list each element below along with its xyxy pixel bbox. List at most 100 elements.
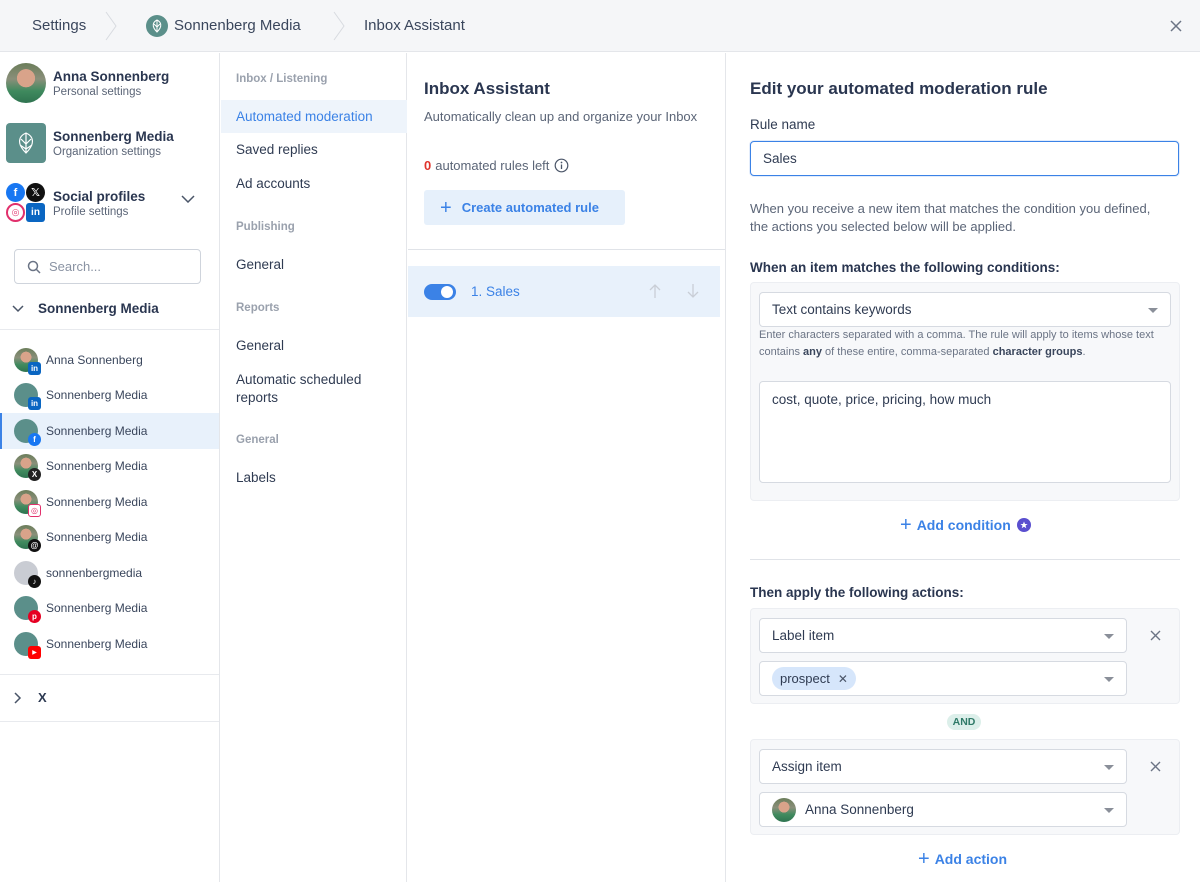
caret-down-icon bbox=[1104, 765, 1114, 770]
profile-group-toggle[interactable]: Sonnenberg Media bbox=[0, 288, 219, 330]
profile-name: sonnenbergmedia bbox=[46, 565, 143, 580]
divider bbox=[750, 559, 1180, 560]
chip-label: prospect bbox=[780, 671, 830, 686]
rule-enabled-toggle[interactable] bbox=[424, 283, 456, 300]
rule-row[interactable]: 1. Sales bbox=[408, 266, 720, 317]
rules-panel: Inbox Assistant Automatically clean up a… bbox=[408, 53, 726, 882]
keywords-textarea[interactable]: cost, quote, price, pricing, how much bbox=[759, 381, 1171, 483]
profile-name: Anna Sonnenberg bbox=[46, 352, 143, 367]
assignee-select[interactable]: Anna Sonnenberg bbox=[759, 792, 1127, 827]
add-condition-button[interactable]: + Add condition bbox=[900, 515, 1031, 535]
instagram-icon: ◎ bbox=[6, 203, 25, 222]
profile-item-linkedin-personal[interactable]: in Anna Sonnenberg bbox=[0, 342, 219, 378]
sidebar: Anna Sonnenberg Personal settings Sonnen… bbox=[0, 53, 220, 882]
rule-name-input[interactable] bbox=[750, 141, 1179, 176]
plus-icon: + bbox=[918, 848, 930, 870]
account-subtitle: Profile settings bbox=[53, 205, 129, 218]
actions-heading: Then apply the following actions: bbox=[750, 585, 964, 600]
rules-left-counter: 0 automated rules left bbox=[424, 158, 569, 173]
action-type-select[interactable]: Label item bbox=[759, 618, 1127, 653]
arrow-up-icon[interactable] bbox=[648, 283, 662, 299]
condition-type-value: Text contains keywords bbox=[772, 302, 912, 317]
profile-name: Sonnenberg Media bbox=[46, 459, 148, 474]
remove-action-button[interactable] bbox=[1145, 625, 1165, 645]
label-chip: prospect ✕ bbox=[772, 667, 856, 690]
social-profiles-icon: f 𝕏 ◎ in bbox=[6, 183, 46, 223]
close-button[interactable] bbox=[1166, 16, 1186, 36]
caret-down-icon bbox=[1104, 634, 1114, 639]
profile-item-instagram[interactable]: ◎ Sonnenberg Media bbox=[0, 484, 219, 520]
nav-item-label: Automatic scheduled reports bbox=[236, 372, 362, 405]
profile-item-pinterest[interactable]: p Sonnenberg Media bbox=[0, 591, 219, 627]
profile-item-youtube[interactable]: ▶ Sonnenberg Media bbox=[0, 626, 219, 662]
nav-item-label: General bbox=[236, 338, 285, 353]
chevron-down-icon[interactable] bbox=[181, 195, 195, 203]
rules-left-text: automated rules left bbox=[435, 158, 550, 173]
breadcrumb-label: Inbox Assistant bbox=[364, 17, 465, 34]
nav-item-automated-moderation[interactable]: Automated moderation bbox=[221, 100, 407, 133]
remove-action-button[interactable] bbox=[1145, 756, 1165, 776]
info-icon[interactable] bbox=[554, 158, 569, 173]
create-rule-button[interactable]: + Create automated rule bbox=[424, 190, 625, 225]
arrow-down-icon[interactable] bbox=[686, 283, 700, 299]
nav-item-scheduled-reports[interactable]: Automatic scheduled reports bbox=[221, 371, 381, 407]
linkedin-icon: in bbox=[26, 203, 45, 222]
plus-icon: + bbox=[440, 196, 452, 219]
hint-text: of these entire, comma-separated bbox=[822, 345, 993, 358]
breadcrumb-label: Settings bbox=[32, 17, 87, 34]
breadcrumb-settings[interactable]: Settings bbox=[0, 0, 118, 52]
profile-name: Sonnenberg Media bbox=[46, 530, 148, 545]
profile-item-x[interactable]: X Sonnenberg Media bbox=[0, 449, 219, 485]
divider bbox=[408, 249, 725, 250]
caret-down-icon bbox=[1104, 808, 1114, 813]
search-placeholder: Search... bbox=[49, 259, 102, 274]
breadcrumb-current: Inbox Assistant bbox=[346, 0, 465, 52]
profile-name: Sonnenberg Media bbox=[46, 388, 148, 403]
account-social-profiles[interactable]: f 𝕏 ◎ in Social profiles Profile setting… bbox=[0, 173, 219, 233]
hint-bold: character groups bbox=[992, 345, 1083, 358]
action-type-select[interactable]: Assign item bbox=[759, 749, 1127, 784]
premium-star-icon bbox=[1016, 518, 1031, 532]
profile-item-linkedin-org[interactable]: in Sonnenberg Media bbox=[0, 378, 219, 414]
rule-name: 1. Sales bbox=[471, 284, 520, 299]
profile-avatar: ◎ bbox=[14, 489, 41, 517]
nav-item-publishing-general[interactable]: General bbox=[221, 248, 284, 281]
action-type-value: Assign item bbox=[772, 759, 842, 774]
nav-item-saved-replies[interactable]: Saved replies bbox=[221, 133, 318, 166]
profile-item-facebook[interactable]: f Sonnenberg Media bbox=[0, 413, 219, 449]
settings-nav: Inbox / Listening Automated moderation S… bbox=[221, 53, 407, 882]
nav-item-labels[interactable]: Labels bbox=[221, 461, 276, 494]
top-bar: Settings Sonnenberg Media Inbox Assistan… bbox=[0, 0, 1200, 52]
breadcrumb-org[interactable]: Sonnenberg Media bbox=[118, 0, 346, 52]
caret-down-icon bbox=[1104, 677, 1114, 682]
pinterest-icon: p bbox=[28, 610, 41, 624]
add-action-button[interactable]: + Add action bbox=[918, 849, 1007, 869]
nav-item-label: Ad accounts bbox=[236, 176, 311, 191]
action-panel-assign: Assign item Anna Sonnenberg bbox=[750, 739, 1180, 835]
close-icon bbox=[1170, 20, 1182, 32]
nav-item-reports-general[interactable]: General bbox=[221, 329, 284, 362]
profile-item-tiktok[interactable]: ♪ sonnenbergmedia bbox=[0, 555, 219, 591]
x-icon: X bbox=[28, 468, 41, 482]
group-name: X bbox=[38, 690, 47, 705]
profile-search-input[interactable]: Search... bbox=[14, 249, 201, 284]
profile-group-x[interactable]: X bbox=[0, 673, 219, 722]
profile-avatar: ▶ bbox=[14, 631, 41, 659]
nav-item-ad-accounts[interactable]: Ad accounts bbox=[221, 167, 310, 200]
chip-remove-icon[interactable]: ✕ bbox=[838, 672, 848, 686]
account-personal[interactable]: Anna Sonnenberg Personal settings bbox=[0, 53, 219, 113]
assignee-name: Anna Sonnenberg bbox=[805, 802, 914, 817]
rules-title: Inbox Assistant bbox=[424, 79, 550, 98]
breadcrumb-label: Sonnenberg Media bbox=[174, 17, 301, 34]
label-select[interactable]: prospect ✕ bbox=[759, 661, 1127, 696]
condition-type-select[interactable]: Text contains keywords bbox=[759, 292, 1171, 327]
profile-item-threads[interactable]: @ Sonnenberg Media bbox=[0, 520, 219, 556]
create-rule-label: Create automated rule bbox=[461, 200, 599, 215]
account-organization[interactable]: Sonnenberg Media Organization settings bbox=[0, 113, 219, 173]
account-title: Anna Sonnenberg bbox=[53, 68, 170, 84]
nav-item-label: Labels bbox=[236, 470, 276, 485]
nav-item-label: General bbox=[236, 257, 285, 272]
condition-panel: Text contains keywords Enter characters … bbox=[750, 282, 1180, 501]
editor-description: When you receive a new item that matches… bbox=[750, 201, 1151, 234]
chevron-right-icon bbox=[14, 691, 22, 704]
